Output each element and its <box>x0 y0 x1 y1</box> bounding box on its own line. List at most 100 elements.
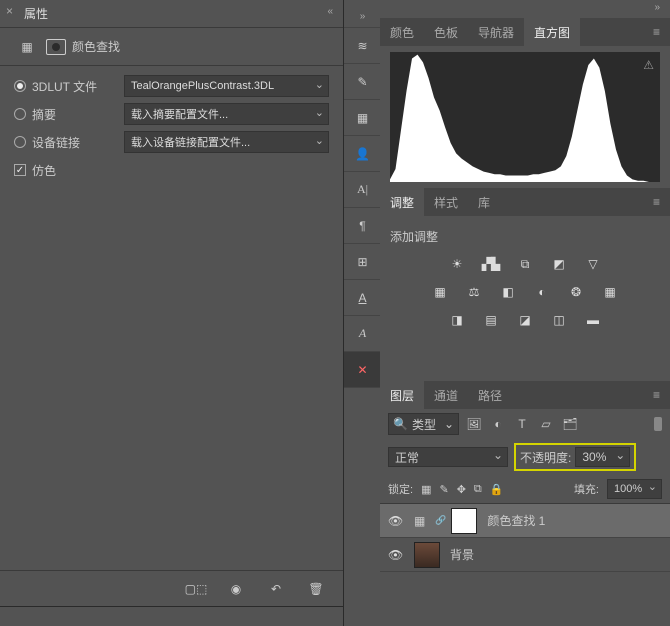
tab-histogram[interactable]: 直方图 <box>524 18 580 46</box>
close-x[interactable]: × <box>6 4 13 18</box>
footer-clip-icon[interactable]: ▢⬚ <box>183 576 209 602</box>
layer-color-lookup[interactable]: 👁 ▦ 🔗 颜色查找 1 <box>380 504 670 538</box>
strip-close-icon[interactable]: ✕ <box>344 352 381 388</box>
adjust-icons-row3: ◨ ▤ ◪ ◫ ▬ <box>390 307 660 335</box>
brightness-icon[interactable]: ☀ <box>447 255 467 273</box>
curves-icon[interactable]: ⧉ <box>515 255 535 273</box>
filter-smart-icon[interactable]: 🗂 <box>561 415 579 433</box>
photo-filter-icon[interactable]: ◐ <box>532 283 552 301</box>
threshold-icon[interactable]: ◪ <box>515 311 535 329</box>
histogram-svg <box>390 52 660 182</box>
layer-filter-bar: 🔍 类型 ⌄ 🖼 ◐ T ▱ 🗂 <box>380 409 670 439</box>
device-label: 设备链接 <box>32 134 120 151</box>
tab-library[interactable]: 库 <box>468 188 500 216</box>
adjust-icons-row2: ▦ ⚖ ◧ ◐ ❂ ▦ <box>390 279 660 307</box>
radio-3dlut[interactable] <box>14 80 26 92</box>
blend-opacity-row: 正常 不透明度: 30% <box>380 439 670 475</box>
lut-label: 3DLUT 文件 <box>32 78 120 95</box>
dock-strip: » ≋ ✎ ▦ 👤 A| ¶ ⊞ A A ✕ <box>343 0 380 626</box>
radio-device[interactable] <box>14 136 26 148</box>
collapse-right-icon[interactable]: » <box>654 2 660 13</box>
adjustments-area: 添加调整 ☀ ▞▙ ⧉ ◩ ▽ ▦ ⚖ ◧ ◐ ❂ ▦ ◨ ▤ ◪ ◫ ▬ <box>380 216 670 341</box>
adjust-thumb-icon: ▦ <box>414 514 425 528</box>
menu-icon[interactable]: ≡ <box>653 25 660 39</box>
panel-tab-properties[interactable]: × 属性 « <box>0 0 343 28</box>
lut-row: 3DLUT 文件 TealOrangePlusContrast.3DL <box>0 72 343 100</box>
radio-abstract[interactable] <box>14 108 26 120</box>
lock-nest-icon[interactable]: ⧉ <box>474 483 482 496</box>
strip-glyph-icon[interactable]: ⊞ <box>344 244 381 280</box>
tab-paths[interactable]: 路径 <box>468 381 512 409</box>
footer-trash-icon[interactable]: 🗑 <box>303 576 329 602</box>
menu-icon-2[interactable]: ≡ <box>653 195 660 209</box>
tab-color[interactable]: 颜色 <box>380 18 424 46</box>
layer-background[interactable]: 👁 背景 <box>380 538 670 572</box>
expand-strip-icon[interactable]: » <box>344 6 381 28</box>
top-tabs: 颜色 色板 导航器 直方图 ≡ <box>380 18 670 46</box>
lut-select[interactable]: TealOrangePlusContrast.3DL <box>124 75 329 97</box>
properties-footer: ▢⬚ ◉ ↶ 🗑 <box>0 570 343 606</box>
vibrance-icon[interactable]: ▽ <box>583 255 603 273</box>
tab-navigator[interactable]: 导航器 <box>468 18 524 46</box>
color-lookup-icon[interactable]: ▦ <box>600 283 620 301</box>
tab-swatches[interactable]: 色板 <box>424 18 468 46</box>
properties-panel: × 属性 « ▦ 颜色查找 3DLUT 文件 TealOrangePlusCon… <box>0 0 343 626</box>
tab-styles[interactable]: 样式 <box>424 188 468 216</box>
footer-eye-icon[interactable]: ◉ <box>223 576 249 602</box>
filter-toggle[interactable] <box>654 417 662 431</box>
strip-italic-a-icon[interactable]: A <box>344 316 381 352</box>
lock-all-icon[interactable]: 🔒 <box>490 483 504 496</box>
channel-mixer-icon[interactable]: ❂ <box>566 283 586 301</box>
visibility-icon[interactable]: 👁 <box>388 514 404 528</box>
layer-tabs: 图层 通道 路径 ≡ <box>380 381 670 409</box>
collapse-icon[interactable]: « <box>327 6 333 17</box>
abstract-select[interactable]: 载入摘要配置文件... <box>124 103 329 125</box>
filter-kind-select[interactable]: 🔍 类型 ⌄ <box>388 413 459 435</box>
filter-pixel-icon[interactable]: 🖼 <box>465 415 483 433</box>
strip-para-icon[interactable]: ¶ <box>344 208 381 244</box>
strip-user-icon[interactable]: 👤 <box>344 136 381 172</box>
properties-title: 属性 <box>24 5 48 22</box>
panel-resize-handle[interactable] <box>0 606 343 626</box>
mask-thumb[interactable] <box>451 508 477 534</box>
search-icon: 🔍 <box>393 417 408 431</box>
invert-icon[interactable]: ◨ <box>447 311 467 329</box>
lock-trans-icon[interactable]: ▦ <box>421 483 431 496</box>
blend-mode-select[interactable]: 正常 <box>388 447 508 467</box>
filter-adjust-icon[interactable]: ◐ <box>489 415 507 433</box>
link-icon[interactable]: 🔗 <box>435 515 441 526</box>
fill-select[interactable]: 100% <box>607 479 662 499</box>
dither-label: 仿色 <box>32 162 56 179</box>
checkbox-dither[interactable]: ✓ <box>14 164 26 176</box>
filter-shape-icon[interactable]: ▱ <box>537 415 555 433</box>
lock-move-icon[interactable]: ✥ <box>457 483 466 496</box>
gradient-map-icon[interactable]: ▬ <box>583 311 603 329</box>
levels-icon[interactable]: ▞▙ <box>481 255 501 273</box>
adjust-icons-row1: ☀ ▞▙ ⧉ ◩ ▽ <box>390 251 660 279</box>
bw-icon[interactable]: ◧ <box>498 283 518 301</box>
warning-icon[interactable]: ⚠ <box>643 58 654 72</box>
device-select[interactable]: 载入设备链接配置文件... <box>124 131 329 153</box>
strip-char-icon[interactable]: A| <box>344 172 381 208</box>
hue-icon[interactable]: ▦ <box>430 283 450 301</box>
strip-swatch-icon[interactable]: ▦ <box>344 100 381 136</box>
menu-icon-3[interactable]: ≡ <box>653 388 660 402</box>
lock-brush-icon[interactable]: ✎ <box>439 483 448 496</box>
mask-icon[interactable] <box>46 39 66 55</box>
filter-type-icon[interactable]: T <box>513 415 531 433</box>
balance-icon[interactable]: ⚖ <box>464 283 484 301</box>
tab-layers[interactable]: 图层 <box>380 381 424 409</box>
posterize-icon[interactable]: ▤ <box>481 311 501 329</box>
selective-color-icon[interactable]: ◫ <box>549 311 569 329</box>
opacity-select[interactable]: 30% <box>575 447 630 467</box>
strip-a-icon[interactable]: A <box>344 280 381 316</box>
tab-channels[interactable]: 通道 <box>424 381 468 409</box>
strip-brush-icon[interactable]: ✎ <box>344 64 381 100</box>
dither-row: ✓ 仿色 <box>0 156 343 184</box>
exposure-icon[interactable]: ◩ <box>549 255 569 273</box>
tab-adjust[interactable]: 调整 <box>380 188 424 216</box>
strip-blank <box>344 388 381 626</box>
footer-reset-icon[interactable]: ↶ <box>263 576 289 602</box>
visibility-icon[interactable]: 👁 <box>388 548 404 562</box>
strip-sliders-icon[interactable]: ≋ <box>344 28 381 64</box>
